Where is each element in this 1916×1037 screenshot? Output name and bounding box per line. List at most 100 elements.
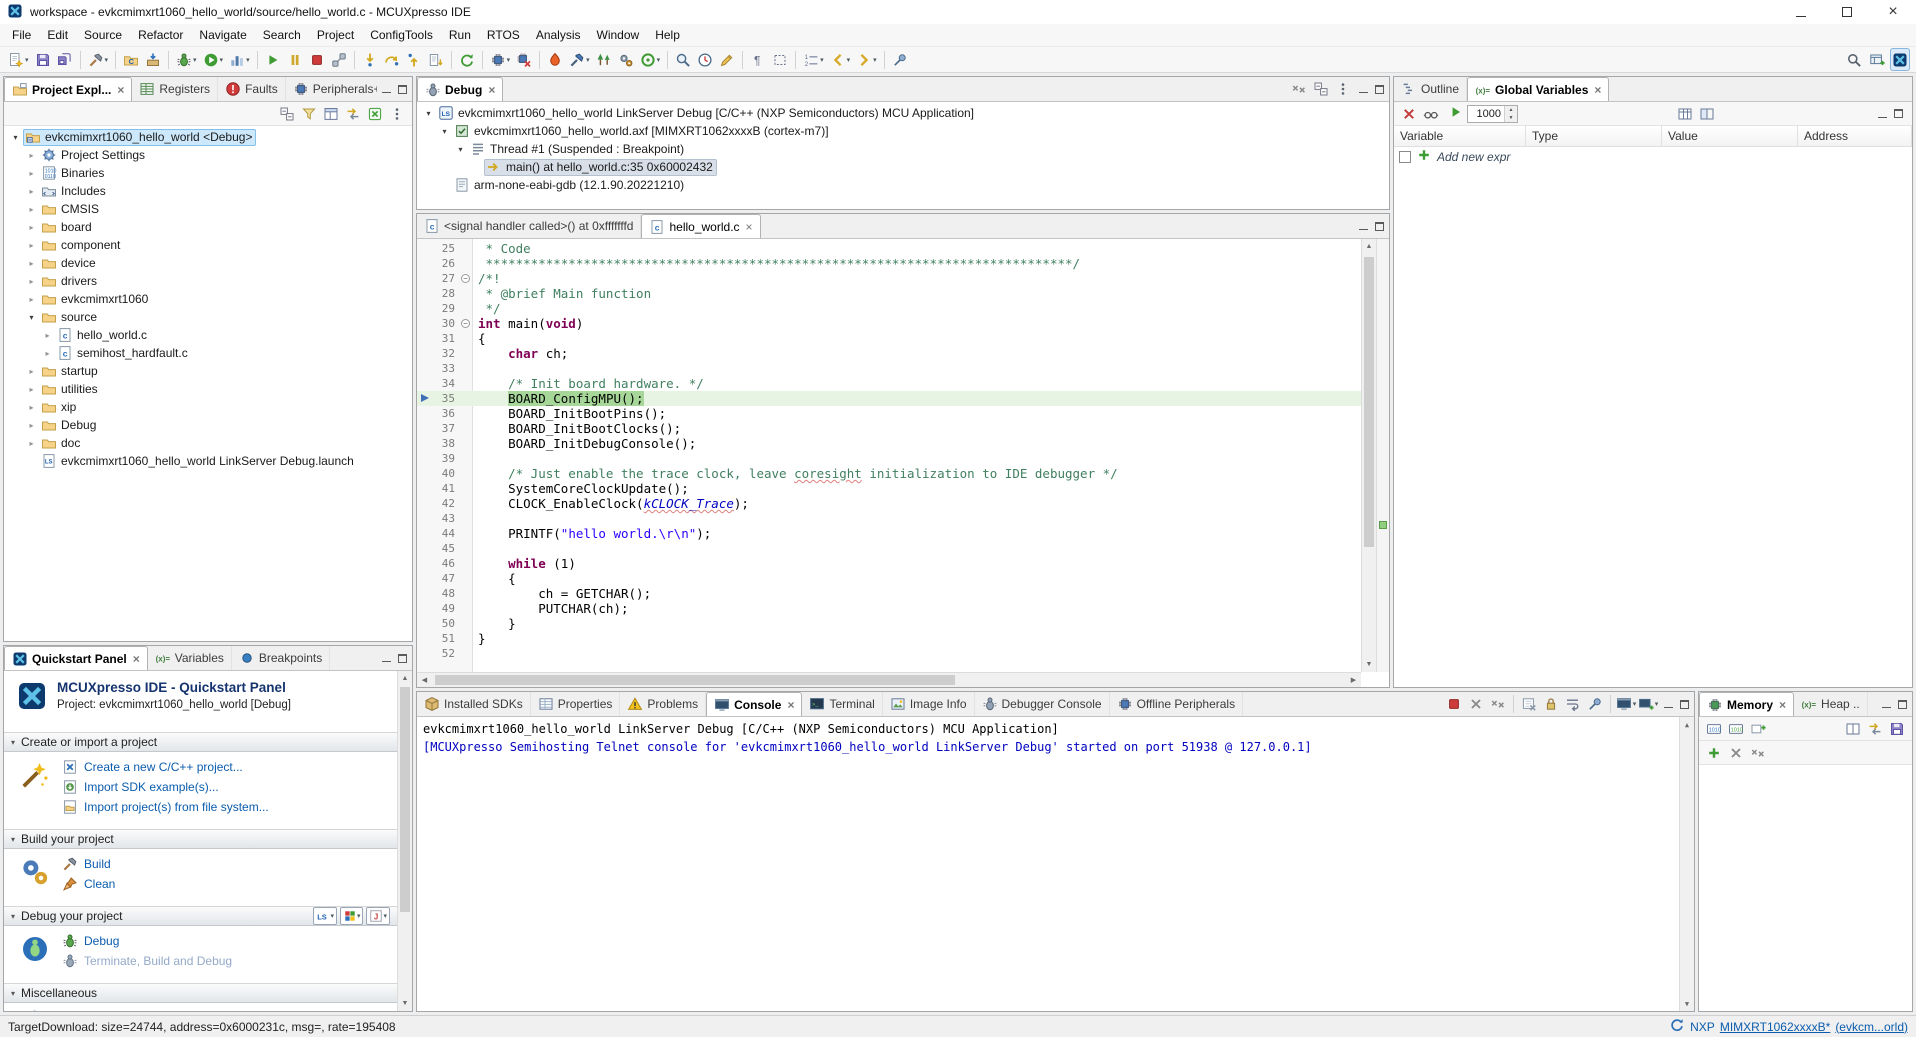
tree-item-content[interactable]: source <box>39 309 101 326</box>
expanded-arrow-icon[interactable]: ▾ <box>437 127 452 136</box>
forward-button[interactable]: ▾ <box>854 48 879 71</box>
layout-grid-button[interactable] <box>320 104 342 124</box>
section-collapse-icon[interactable]: ▾ <box>11 835 15 844</box>
freertos-button[interactable] <box>594 48 614 71</box>
tab-signal-handler-called-at-0xfffffffd[interactable]: c<signal handler called>() at 0xfffffffd <box>417 214 641 238</box>
menu-refactor[interactable]: Refactor <box>130 26 191 44</box>
quickstart-link-terminate-build-and-debug[interactable]: Terminate, Build and Debug <box>62 953 232 969</box>
menu-project[interactable]: Project <box>309 26 362 44</box>
scroll-thumb[interactable] <box>400 687 410 912</box>
fold-collapse-icon[interactable]: − <box>461 274 470 283</box>
tab-installed-sdks[interactable]: Installed SDKs <box>417 692 531 716</box>
scroll-down-icon[interactable]: ▼ <box>398 996 412 1011</box>
menu-analysis[interactable]: Analysis <box>528 26 589 44</box>
scroll-thumb[interactable] <box>1364 257 1374 547</box>
tree-item-content[interactable]: 10100110Binaries <box>39 165 108 182</box>
show-whitespace-button[interactable]: ¶ <box>748 48 768 71</box>
expanded-arrow-icon[interactable]: ▾ <box>421 109 436 118</box>
tree-item-debug[interactable]: ▸Debug <box>4 416 412 434</box>
block-selection-button[interactable] <box>770 48 790 71</box>
minimize-view-button[interactable] <box>382 654 391 662</box>
clear-console-button[interactable] <box>1518 694 1540 714</box>
terminate-button[interactable] <box>307 48 327 71</box>
tab-outline[interactable]: Outline <box>1394 77 1467 101</box>
section-collapse-icon[interactable]: ▾ <box>11 989 15 998</box>
collapsed-arrow-icon[interactable]: ▸ <box>24 403 39 412</box>
column-header-value[interactable]: Value <box>1662 126 1798 146</box>
tab-peripherals[interactable]: Peripherals+ <box>286 77 377 101</box>
menu-rtos[interactable]: RTOS <box>479 26 528 44</box>
pin-editor-button[interactable] <box>890 48 910 71</box>
scroll-left-icon[interactable]: ◀ <box>417 676 432 684</box>
expanded-arrow-icon[interactable]: ▾ <box>8 133 23 142</box>
dropdown-arrow-icon[interactable]: ▾ <box>820 56 824 64</box>
tree-item-xip[interactable]: ▸xip <box>4 398 412 416</box>
scroll-up-icon[interactable]: ▲ <box>398 671 412 686</box>
erase-flash-button[interactable] <box>514 48 534 71</box>
tree-item-content[interactable]: Thread #1 (Suspended : Breakpoint) <box>468 141 688 158</box>
tree-item-content[interactable]: arm-none-eabi-gdb (12.1.90.20221210) <box>452 177 688 194</box>
minimize-view-button[interactable] <box>382 85 391 93</box>
code-line-30[interactable]: 30−int main(void) <box>417 316 1361 331</box>
tree-item-device[interactable]: ▸device <box>4 254 412 272</box>
add-new-expr-label[interactable]: Add new expr <box>1437 150 1510 164</box>
column-header-address[interactable]: Address <box>1798 126 1912 146</box>
current-line-marker[interactable] <box>1379 521 1387 529</box>
tree-item-content[interactable]: LSevkcmimxrt1060_hello_world LinkServer … <box>436 105 978 122</box>
remove-x-button[interactable] <box>1465 694 1487 714</box>
tree-item-content[interactable]: Project Settings <box>39 147 149 164</box>
window-maximize-button[interactable] <box>1824 0 1870 24</box>
tree-item-includes[interactable]: ▸Includes <box>4 182 412 200</box>
tree-item-content[interactable]: chello_world.c <box>55 327 151 344</box>
back-button[interactable]: ▾ <box>828 48 853 71</box>
collapsed-arrow-icon[interactable]: ▸ <box>24 439 39 448</box>
code-line-40[interactable]: 40 /* Just enable the trace clock, leave… <box>417 466 1361 481</box>
tree-item-content[interactable]: doc <box>39 435 84 452</box>
code-line-28[interactable]: 28 * @brief Main function <box>417 286 1361 301</box>
remove-all-red-button[interactable] <box>1398 104 1420 124</box>
console-scrollbar[interactable]: ▲▼ <box>1679 717 1694 1011</box>
link-with-editor-button[interactable] <box>342 104 364 124</box>
tab-problems[interactable]: Problems <box>620 692 706 716</box>
code-line-47[interactable]: 47 { <box>417 571 1361 586</box>
tree-item-doc[interactable]: ▸doc <box>4 434 412 452</box>
maximize-view-button[interactable] <box>1898 700 1907 709</box>
quick-settings-button[interactable]: ▾ <box>638 48 663 71</box>
code-line-32[interactable]: 32 char ch; <box>417 346 1361 361</box>
expr-checkbox[interactable] <box>1399 151 1411 163</box>
tree-item-content[interactable]: component <box>39 237 124 254</box>
word-wrap-button[interactable] <box>1562 694 1584 714</box>
menu-navigate[interactable]: Navigate <box>191 26 254 44</box>
close-tab-icon[interactable]: × <box>117 84 124 96</box>
expanded-arrow-icon[interactable]: ▾ <box>453 145 468 154</box>
debug-solution-pemicro-button[interactable]: ▾ <box>340 907 364 925</box>
tree-item-evkcmimxrt1060-hello-world-linkserver-de[interactable]: ▾LSevkcmimxrt1060_hello_world LinkServer… <box>417 104 1389 122</box>
tree-item-component[interactable]: ▸component <box>4 236 412 254</box>
profile-button[interactable]: ▾ <box>227 48 252 71</box>
tree-item-content[interactable]: Debug <box>39 417 100 434</box>
section-collapse-icon[interactable]: ▾ <box>11 738 15 747</box>
menu-help[interactable]: Help <box>647 26 688 44</box>
column-header-variable[interactable]: Variable <box>1394 126 1526 146</box>
quickstart-link-import-sdk-example-s[interactable]: Import SDK example(s)... <box>62 779 269 795</box>
maximize-view-button[interactable] <box>1894 109 1903 118</box>
code-line-42[interactable]: 42 CLOCK_EnableClock(kCLOCK_Trace); <box>417 496 1361 511</box>
dropdown-arrow-icon[interactable]: ▾ <box>193 56 197 64</box>
tab-quickstart-panel[interactable]: Quickstart Panel× <box>4 646 148 670</box>
collapse-all-button[interactable] <box>276 104 298 124</box>
tree-item-semihost-hardfault-c[interactable]: ▸csemihost_hardfault.c <box>4 344 412 362</box>
tab-breakpoints[interactable]: Breakpoints <box>232 646 330 670</box>
section-collapse-icon[interactable]: ▾ <box>11 912 15 921</box>
code-line-27[interactable]: 27−/*! <box>417 271 1361 286</box>
tree-item-content[interactable]: board <box>39 219 96 236</box>
collapsed-arrow-icon[interactable]: ▸ <box>24 259 39 268</box>
tree-item-content[interactable]: startup <box>39 363 102 380</box>
spin-down-icon[interactable]: ▼ <box>1505 114 1517 122</box>
run-button[interactable]: ▾ <box>201 48 226 71</box>
collapsed-arrow-icon[interactable]: ▸ <box>24 367 39 376</box>
collapsed-arrow-icon[interactable]: ▸ <box>24 223 39 232</box>
tab-global-variables[interactable]: (x)=Global Variables× <box>1467 77 1609 101</box>
maximize-view-button[interactable] <box>1680 700 1689 709</box>
tab-variables[interactable]: (x)=Variables <box>148 646 232 670</box>
tab-console[interactable]: Console× <box>706 692 802 716</box>
